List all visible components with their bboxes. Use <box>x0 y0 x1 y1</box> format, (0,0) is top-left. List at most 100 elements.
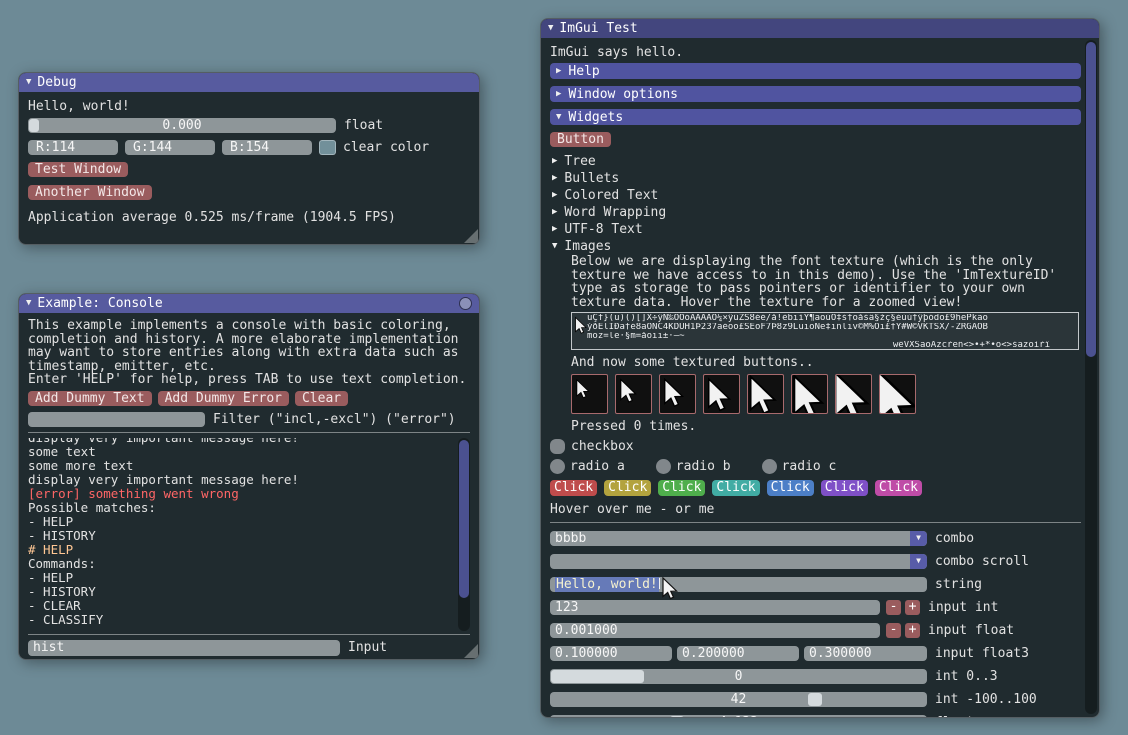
click-button-red[interactable]: Click <box>550 480 597 496</box>
images-intro-line: Below we are displaying the font texture… <box>571 255 1081 269</box>
color-b-field[interactable]: B:154 <box>222 140 312 155</box>
radio-label: radio b <box>676 459 731 474</box>
cursor-glyph-icon <box>574 316 587 335</box>
console-titlebar[interactable]: ▼ Example: Console <box>19 294 479 313</box>
decrement-button[interactable]: - <box>886 600 901 615</box>
textured-button[interactable] <box>703 374 740 414</box>
input-int-field[interactable]: 123 <box>550 600 880 615</box>
combo-arrow-button[interactable]: ▼ <box>910 531 927 546</box>
add-dummy-error-button[interactable]: Add Dummy Error <box>158 391 289 406</box>
click-button-purple[interactable]: Click <box>821 480 868 496</box>
click-button-teal[interactable]: Click <box>712 480 759 496</box>
tree-node-bullets[interactable]: ▶ Bullets <box>550 170 1081 187</box>
font-texture-row: wêVXSäöÄżcŕëñ<>•+*•ö<>šäżöìŕî <box>587 341 1076 350</box>
slider-float-label: float <box>935 715 974 719</box>
input-float-field[interactable]: 0.001000 <box>550 623 880 638</box>
scrollbar-grab[interactable] <box>459 440 469 598</box>
slider-int-0-3[interactable]: 0 <box>550 669 927 684</box>
slider-int2-value: 42 <box>550 692 927 707</box>
console-input[interactable]: hist <box>28 640 340 656</box>
input-float3-field-z[interactable]: 0.300000 <box>804 646 927 661</box>
hover-over-me-text[interactable]: Hover over me - or me <box>550 501 1081 518</box>
click-button-yellow[interactable]: Click <box>604 480 651 496</box>
click-button-green[interactable]: Click <box>658 480 705 496</box>
decrement-button[interactable]: - <box>886 623 901 638</box>
click-button-blue[interactable]: Click <box>767 480 814 496</box>
debug-titlebar[interactable]: ▼ Debug <box>19 73 479 92</box>
increment-button[interactable]: + <box>905 623 920 638</box>
string-input[interactable]: Hello, world! <box>550 577 927 592</box>
tree-node-utf8-text[interactable]: ▶ UTF-8 Text <box>550 221 1081 238</box>
tree-node-colored-text[interactable]: ▶ Colored Text <box>550 187 1081 204</box>
radio-button-a[interactable] <box>550 459 565 474</box>
window-scrollbar[interactable] <box>1085 40 1097 714</box>
font-texture-image[interactable]: üÇf}(ü)()[]X÷ŷÑ‰ÒÓóÂÃÅÅÖ¼×ŷûŽS8éé/å!èbïí… <box>571 312 1079 350</box>
increment-button[interactable]: + <box>905 600 920 615</box>
textured-button[interactable] <box>791 374 828 414</box>
cursor-glyph-icon <box>835 374 871 414</box>
checkbox[interactable] <box>550 439 565 454</box>
collapse-arrow-icon[interactable]: ▼ <box>26 78 31 87</box>
tree-node-word-wrapping[interactable]: ▶ Word Wrapping <box>550 204 1081 221</box>
clear-button[interactable]: Clear <box>295 391 348 406</box>
radio-label: radio c <box>782 459 837 474</box>
images-intro-line: type as storage to pass pointers or iden… <box>571 282 1081 296</box>
add-dummy-text-button[interactable]: Add Dummy Text <box>28 391 152 406</box>
triangle-right-icon: ▶ <box>552 208 557 217</box>
font-texture-row: ýðÈlÏĐä†é8äÖNC4KDUH1Þ237äéöö£SÈöF7Þ8ż9Lü… <box>587 323 1076 332</box>
cursor-glyph-icon <box>879 374 916 414</box>
color-r-field[interactable]: R:114 <box>28 140 118 155</box>
tree-node-images[interactable]: ▼ Images <box>550 238 1081 255</box>
log-scrollbar[interactable] <box>458 438 470 631</box>
textured-button[interactable] <box>571 374 608 414</box>
input-int-label: input int <box>928 600 998 615</box>
imgui-test-titlebar[interactable]: ▼ ImGui Test <box>541 19 1099 38</box>
cursor-glyph-icon <box>791 374 825 414</box>
radio-button-c[interactable] <box>762 459 777 474</box>
textured-button[interactable] <box>659 374 696 414</box>
log-line: Commands: <box>28 557 454 571</box>
textured-button[interactable] <box>835 374 872 414</box>
mouse-cursor <box>661 577 678 600</box>
console-intro-line: This example implements a console with b… <box>28 319 470 333</box>
console-log[interactable]: display very important message here! som… <box>28 438 470 631</box>
hello-world-text: Hello, world! <box>28 98 470 115</box>
tree-node-label: Colored Text <box>564 188 658 203</box>
textured-button[interactable] <box>879 374 916 414</box>
log-line: - HISTORY <box>28 585 454 599</box>
slider-int-neg100-100[interactable]: 42 <box>550 692 927 707</box>
float-slider[interactable]: 0.000 <box>28 118 336 133</box>
checkbox-label: checkbox <box>571 439 634 454</box>
input-float3-field-x[interactable]: 0.100000 <box>550 646 672 661</box>
header-help[interactable]: ▶ Help <box>550 63 1081 79</box>
combo-box[interactable]: bbbb ▼ <box>550 531 927 546</box>
close-button[interactable] <box>459 297 472 310</box>
input-float3-field-y[interactable]: 0.200000 <box>677 646 799 661</box>
collapse-arrow-icon[interactable]: ▼ <box>26 299 31 308</box>
test-window-button[interactable]: Test Window <box>28 162 128 177</box>
color-g-field[interactable]: G:144 <box>125 140 215 155</box>
button-widget[interactable]: Button <box>550 132 611 147</box>
textured-button[interactable] <box>747 374 784 414</box>
log-line: - HELP <box>28 571 454 585</box>
combo-arrow-button[interactable]: ▼ <box>910 554 927 569</box>
collapse-arrow-icon[interactable]: ▼ <box>548 24 553 33</box>
tree-node-tree[interactable]: ▶ Tree <box>550 153 1081 170</box>
header-widgets[interactable]: ▼ Widgets <box>550 109 1081 125</box>
input-float3-value: 0.100000 <box>555 646 618 661</box>
log-line: some more text <box>28 459 454 473</box>
slider-float[interactable]: 4.132 <box>550 715 927 719</box>
radio-button-b[interactable] <box>656 459 671 474</box>
textured-button[interactable] <box>615 374 652 414</box>
input-float3-label: input float3 <box>935 646 1029 661</box>
click-button-magenta[interactable]: Click <box>875 480 922 496</box>
clear-color-swatch[interactable] <box>319 140 336 155</box>
resize-grip[interactable] <box>464 229 478 243</box>
input-float-value: 0.001000 <box>555 623 618 638</box>
another-window-button[interactable]: Another Window <box>28 185 152 200</box>
scrollbar-grab[interactable] <box>1086 42 1096 357</box>
header-window-options[interactable]: ▶ Window options <box>550 86 1081 102</box>
separator <box>550 522 1081 523</box>
combo-scroll-box[interactable]: ▼ <box>550 554 927 569</box>
filter-input[interactable] <box>28 412 205 427</box>
